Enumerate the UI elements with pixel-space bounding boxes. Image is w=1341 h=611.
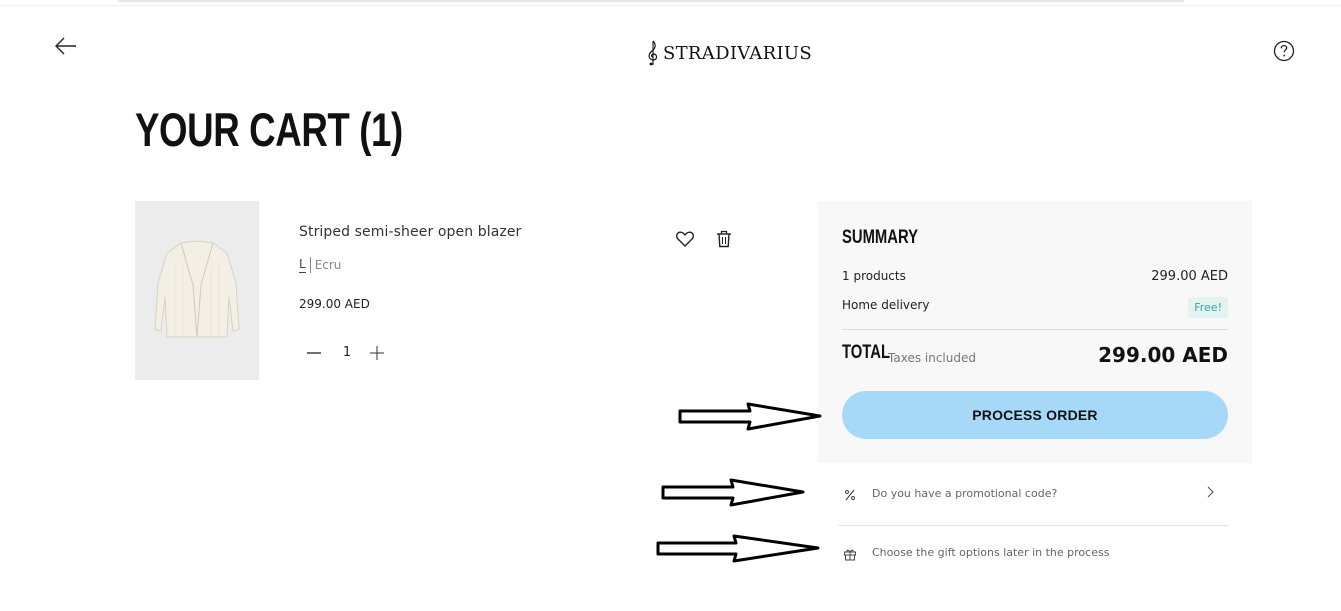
summary-divider — [842, 329, 1228, 330]
delete-button[interactable] — [714, 228, 734, 250]
percent-icon — [845, 489, 855, 501]
products-count-label: 1 products — [842, 269, 906, 283]
gift-options-row[interactable]: Choose the gift options later in the pro… — [838, 540, 1228, 568]
product-name[interactable]: Striped semi-sheer open blazer — [299, 224, 521, 240]
order-summary-panel: SUMMARY 1 products 299.00 AED Home deliv… — [818, 201, 1252, 463]
wishlist-button[interactable] — [674, 228, 696, 250]
plus-icon — [370, 346, 384, 360]
annotation-arrow-icon — [656, 534, 820, 563]
delivery-label: Home delivery — [842, 298, 930, 312]
gift-icon — [844, 549, 856, 561]
variant-separator — [309, 257, 311, 273]
gift-options-text: Choose the gift options later in the pro… — [872, 546, 1110, 559]
quantity-increase-button[interactable] — [368, 344, 386, 362]
arrow-left-icon — [55, 37, 76, 55]
annotation-arrow-icon — [661, 478, 805, 507]
process-order-button[interactable]: PROCESS ORDER — [842, 391, 1228, 439]
trash-icon — [717, 230, 731, 248]
options-divider — [838, 525, 1228, 526]
product-image[interactable] — [135, 201, 259, 380]
products-subtotal: 299.00 AED — [1151, 269, 1228, 284]
total-value: 299.00 AED — [1098, 343, 1228, 367]
delivery-free-badge: Free! — [1188, 297, 1228, 318]
help-button[interactable] — [1272, 39, 1296, 63]
product-price: 299.00 AED — [299, 297, 370, 311]
brand-logo[interactable]: STRADIVARIUS — [646, 40, 812, 66]
promo-code-text: Do you have a promotional code? — [872, 487, 1058, 500]
top-border — [118, 0, 1184, 2]
page-title: YOUR CART (1) — [135, 103, 403, 156]
quantity-value: 1 — [342, 345, 352, 360]
treble-clef-icon — [648, 40, 658, 66]
summary-title: SUMMARY — [842, 227, 919, 248]
taxes-note: Taxes included — [888, 351, 976, 365]
brand-name: STRADIVARIUS — [663, 42, 812, 64]
blazer-image — [154, 240, 240, 338]
product-color: Ecru — [314, 258, 342, 272]
question-circle-icon — [1273, 40, 1295, 62]
back-button[interactable] — [52, 34, 80, 58]
quantity-decrease-button[interactable] — [305, 343, 323, 363]
minus-icon — [307, 352, 321, 354]
top-border-secondary — [0, 5, 1341, 6]
product-size: L — [299, 257, 306, 273]
chevron-right-icon — [1207, 486, 1214, 498]
promo-code-row[interactable]: Do you have a promotional code? — [838, 478, 1228, 524]
total-label: TOTAL — [842, 342, 891, 363]
product-variant: L Ecru — [299, 257, 341, 273]
annotation-arrow-icon — [678, 402, 822, 431]
heart-icon — [676, 231, 694, 247]
